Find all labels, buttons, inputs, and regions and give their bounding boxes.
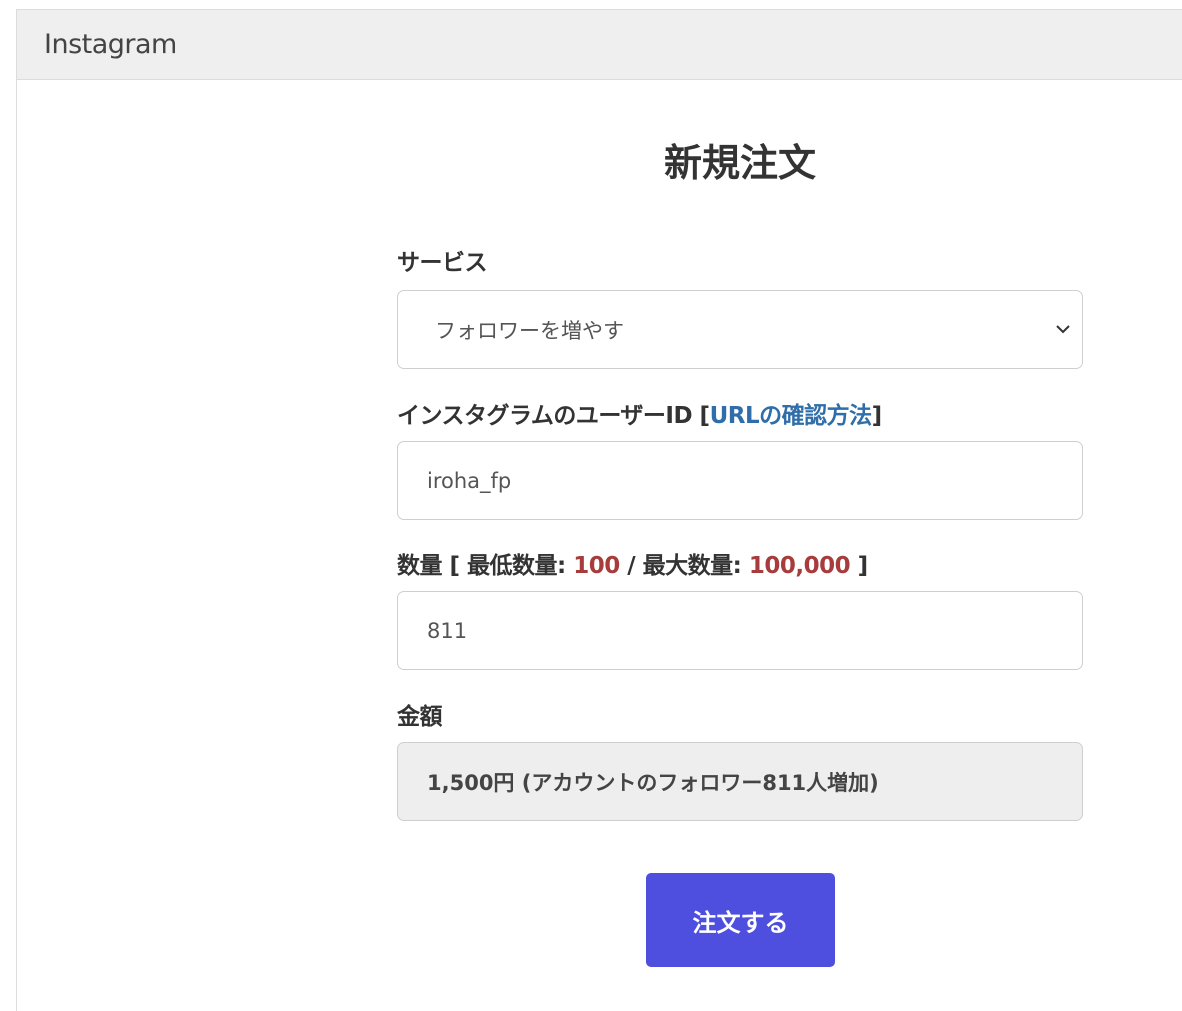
quantity-min-value: 100	[573, 553, 620, 579]
service-select[interactable]: フォロワーを増やす	[397, 290, 1083, 369]
user-id-input[interactable]: iroha_fp	[397, 441, 1083, 520]
quantity-max-value: 100,000	[748, 553, 851, 579]
service-select-value: フォロワーを増やす	[435, 318, 624, 343]
quantity-label-mid: / 最大数量:	[619, 553, 749, 579]
quantity-label: 数量 [ 最低数量: 100 / 最大数量: 100,000 ]	[397, 546, 868, 580]
page-title: 新規注文	[663, 141, 816, 185]
panel-header: Instagram	[17, 10, 1182, 80]
order-submit-button[interactable]: 注文する	[646, 873, 835, 967]
quantity-input[interactable]: 811	[397, 591, 1083, 670]
amount-label: 金額	[397, 704, 443, 730]
amount-display: 1,500円 (アカウントのフォロワー811人増加)	[397, 742, 1083, 821]
user-id-value: iroha_fp	[427, 468, 512, 493]
quantity-label-prefix: 数量 [ 最低数量:	[397, 553, 574, 579]
chevron-down-icon	[1056, 325, 1070, 334]
url-help-link[interactable]: URLの確認方法	[710, 403, 873, 429]
quantity-value: 811	[427, 618, 468, 643]
amount-value: 1,500円 (アカウントのフォロワー811人増加)	[427, 770, 879, 795]
user-id-label-close: ]	[871, 403, 883, 429]
user-id-label-text: インスタグラムのユーザーID [	[397, 403, 710, 429]
quantity-label-suffix: ]	[850, 553, 869, 579]
panel-title: Instagram	[44, 29, 177, 60]
user-id-label: インスタグラムのユーザーID [URLの確認方法]	[397, 396, 882, 430]
service-label: サービス	[397, 250, 488, 276]
